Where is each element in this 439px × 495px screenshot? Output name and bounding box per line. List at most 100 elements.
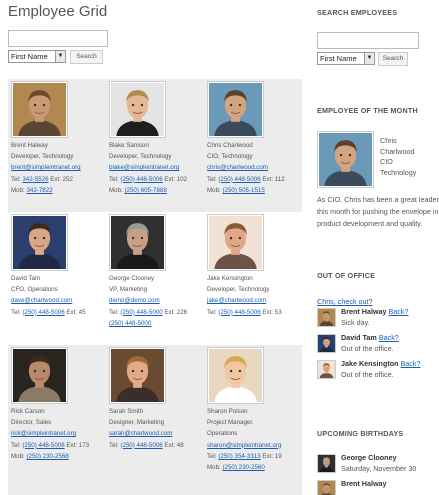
employee-info: David Tam CFO, Operations dave@charlwood.c… — [11, 273, 107, 318]
portrait-image — [318, 481, 335, 495]
portrait-image — [318, 309, 335, 326]
employee-info: Blake Samson Developer, Technology blake@s… — [109, 140, 205, 196]
portrait-image — [111, 216, 164, 269]
employee-email-link[interactable]: sharon@simpleintranet.org — [207, 442, 281, 449]
employee-name: David Tam — [11, 275, 41, 282]
employee-tel-link[interactable]: (250) 448-5006 — [218, 176, 260, 183]
employee-email-link[interactable]: blake@simpleintranet.org — [109, 164, 179, 171]
eotm-name-block: Chris Charlwood CIO Technology — [380, 136, 439, 178]
employee-photo[interactable] — [207, 81, 264, 138]
employee-tel-line: Tel: (250) 448-5006 Ext: 53 — [207, 308, 282, 316]
birthday-item: Brent Halway — [317, 479, 439, 495]
portrait-image — [209, 216, 262, 269]
employee-mob-link[interactable]: (250) 505-1515 — [222, 187, 264, 194]
employee-photo[interactable] — [207, 214, 264, 271]
employee-title: Director, Sales — [11, 419, 52, 427]
employee-tel-link[interactable]: (250) 448-5006 — [120, 442, 162, 449]
ooo-avatar[interactable] — [317, 334, 336, 353]
eotm-description: As CIO, Chris has been a great leader th… — [317, 195, 439, 228]
birthdays-heading: UPCOMING BIRTHDAYS — [317, 429, 404, 438]
page-title: Employee Grid — [8, 3, 108, 20]
employee-email-link[interactable]: dave@charlwood.com — [11, 297, 72, 304]
sidebar-search-button[interactable]: Search — [378, 52, 408, 66]
employee-name: Brent Halway — [11, 142, 48, 149]
employee-card: Sharon Polson Project Manager, Operations s… — [204, 345, 302, 495]
employee-card: Rick Carson Director, Sales rick@simpleint… — [8, 345, 106, 495]
employee-email-link[interactable]: sarah@charlwood.com — [109, 430, 172, 437]
employee-tel-line: Tel: (250) 448-5008 Ext: 173 — [11, 441, 90, 449]
employee-mob-line: Mob: (250) 230-2560 — [207, 464, 265, 472]
employee-photo[interactable] — [11, 347, 68, 404]
main-search-input[interactable] — [8, 30, 108, 47]
employee-tel-link[interactable]: 342-5526 — [22, 176, 48, 183]
employee-mob-line: Mob: (250) 230-2568 — [11, 452, 69, 460]
employee-info: Chris Charlwood CIO, Technology chris@char… — [207, 140, 303, 196]
ooo-back-link[interactable]: Back? — [389, 307, 409, 316]
employee-mob-line: Mob: (250) 505-1515 — [207, 186, 265, 194]
employee-mob-link[interactable]: (250) 605-7888 — [124, 187, 166, 194]
ooo-avatar[interactable] — [317, 360, 336, 379]
portrait-image — [319, 133, 372, 186]
employee-photo[interactable] — [109, 81, 166, 138]
employee-tel-link[interactable]: (250) 448-5006 — [120, 176, 162, 183]
ooo-check-out-link[interactable]: Chris, check out? — [317, 297, 373, 306]
employee-info: Sarah Smith Designer, Marketing sarah@char… — [109, 406, 205, 451]
employee-name: Sarah Smith — [109, 408, 144, 415]
employee-title: VP, Marketing — [109, 286, 148, 294]
employee-title: CFO, Operations — [11, 286, 58, 294]
employee-mob-link[interactable]: 342-7822 — [26, 187, 52, 194]
ooo-avatar[interactable] — [317, 308, 336, 327]
sidebar-search-input[interactable] — [317, 32, 419, 49]
portrait-image — [13, 83, 66, 136]
sidebar: SEARCH EMPLOYEES First Name ▼ Search EMP… — [314, 0, 439, 495]
employee-photo[interactable] — [109, 214, 166, 271]
eotm-last-name: Charlwood — [380, 146, 415, 156]
employee-card: George Clooney VP, Marketing demo@demo.com… — [106, 212, 204, 345]
birthday-avatar[interactable] — [317, 480, 336, 495]
chevron-down-icon: ▼ — [364, 53, 374, 64]
employee-photo[interactable] — [109, 347, 166, 404]
employee-card: Chris Charlwood CIO, Technology chris@char… — [204, 79, 302, 212]
employee-title: Designer, Marketing — [109, 419, 165, 427]
employee-tel-link[interactable]: (250) 448-5008 — [22, 442, 64, 449]
employee-photo[interactable] — [11, 81, 68, 138]
birthday-avatar[interactable] — [317, 454, 336, 473]
sidebar-search-field-select[interactable]: First Name ▼ — [317, 52, 375, 65]
ooo-item: David Tam Back? Out of the office. — [317, 333, 439, 355]
employee-info: Rick Carson Director, Sales rick@simpleint… — [11, 406, 107, 462]
employee-mob-line: Mob: 342-7822 — [11, 186, 53, 194]
employee-tel-link[interactable]: (250) 448-5006 — [218, 309, 260, 316]
employee-email-link[interactable]: rick@simpleintranet.org — [11, 430, 76, 437]
employee-tel-link[interactable]: (250) 448-5006 — [22, 309, 64, 316]
ooo-back-link[interactable]: Back? — [401, 359, 421, 368]
main-search-button[interactable]: Search — [70, 50, 103, 64]
employee-tel-line: Tel: (250) 448-5006 Ext: 112 — [207, 175, 285, 183]
employee-email-link[interactable]: chris@charlwood.com — [207, 164, 268, 171]
employee-name: Jake Kensington — [207, 275, 253, 282]
employee-email-link[interactable]: demo@demo.com — [109, 297, 160, 304]
portrait-image — [318, 335, 335, 352]
employee-tel-link[interactable]: (250) 354-3313 — [218, 453, 260, 460]
employee-email-link[interactable]: brent@simpleintranet.org — [11, 164, 81, 171]
employee-email-link[interactable]: jake@charlwood.com — [207, 297, 266, 304]
eotm-first-name: Chris — [380, 136, 397, 145]
employee-card: Brent Halway Developer, Technology brent@s… — [8, 79, 106, 212]
eotm-photo[interactable] — [317, 131, 374, 188]
ooo-status: Sick day. — [341, 317, 370, 327]
employee-tel-link[interactable]: (250) 448-5000 — [120, 309, 162, 316]
employee-mob-link[interactable]: (250) 230-2568 — [26, 453, 68, 460]
employee-mob-link[interactable]: (250) 230-2560 — [222, 464, 264, 471]
employee-title-cont: Operations — [207, 430, 238, 438]
chevron-down-icon: ▼ — [55, 51, 65, 62]
ooo-back-link[interactable]: Back? — [379, 333, 399, 342]
employee-photo[interactable] — [207, 347, 264, 404]
main-search-field-select[interactable]: First Name ▼ — [8, 50, 66, 63]
ooo-status: Out of the office. — [341, 369, 394, 379]
employee-photo[interactable] — [11, 214, 68, 271]
ooo-item: Jake Kensington Back? Out of the office. — [317, 359, 439, 381]
portrait-image — [111, 83, 164, 136]
employee-card: Sarah Smith Designer, Marketing sarah@char… — [106, 345, 204, 495]
employee-info: Sharon Polson Project Manager, Operations s… — [207, 406, 303, 473]
employee-mob-link[interactable]: (250) 448-5000 — [109, 320, 151, 327]
employee-tel-line: Tel: (250) 448-5006 Ext: 102 — [109, 175, 188, 183]
